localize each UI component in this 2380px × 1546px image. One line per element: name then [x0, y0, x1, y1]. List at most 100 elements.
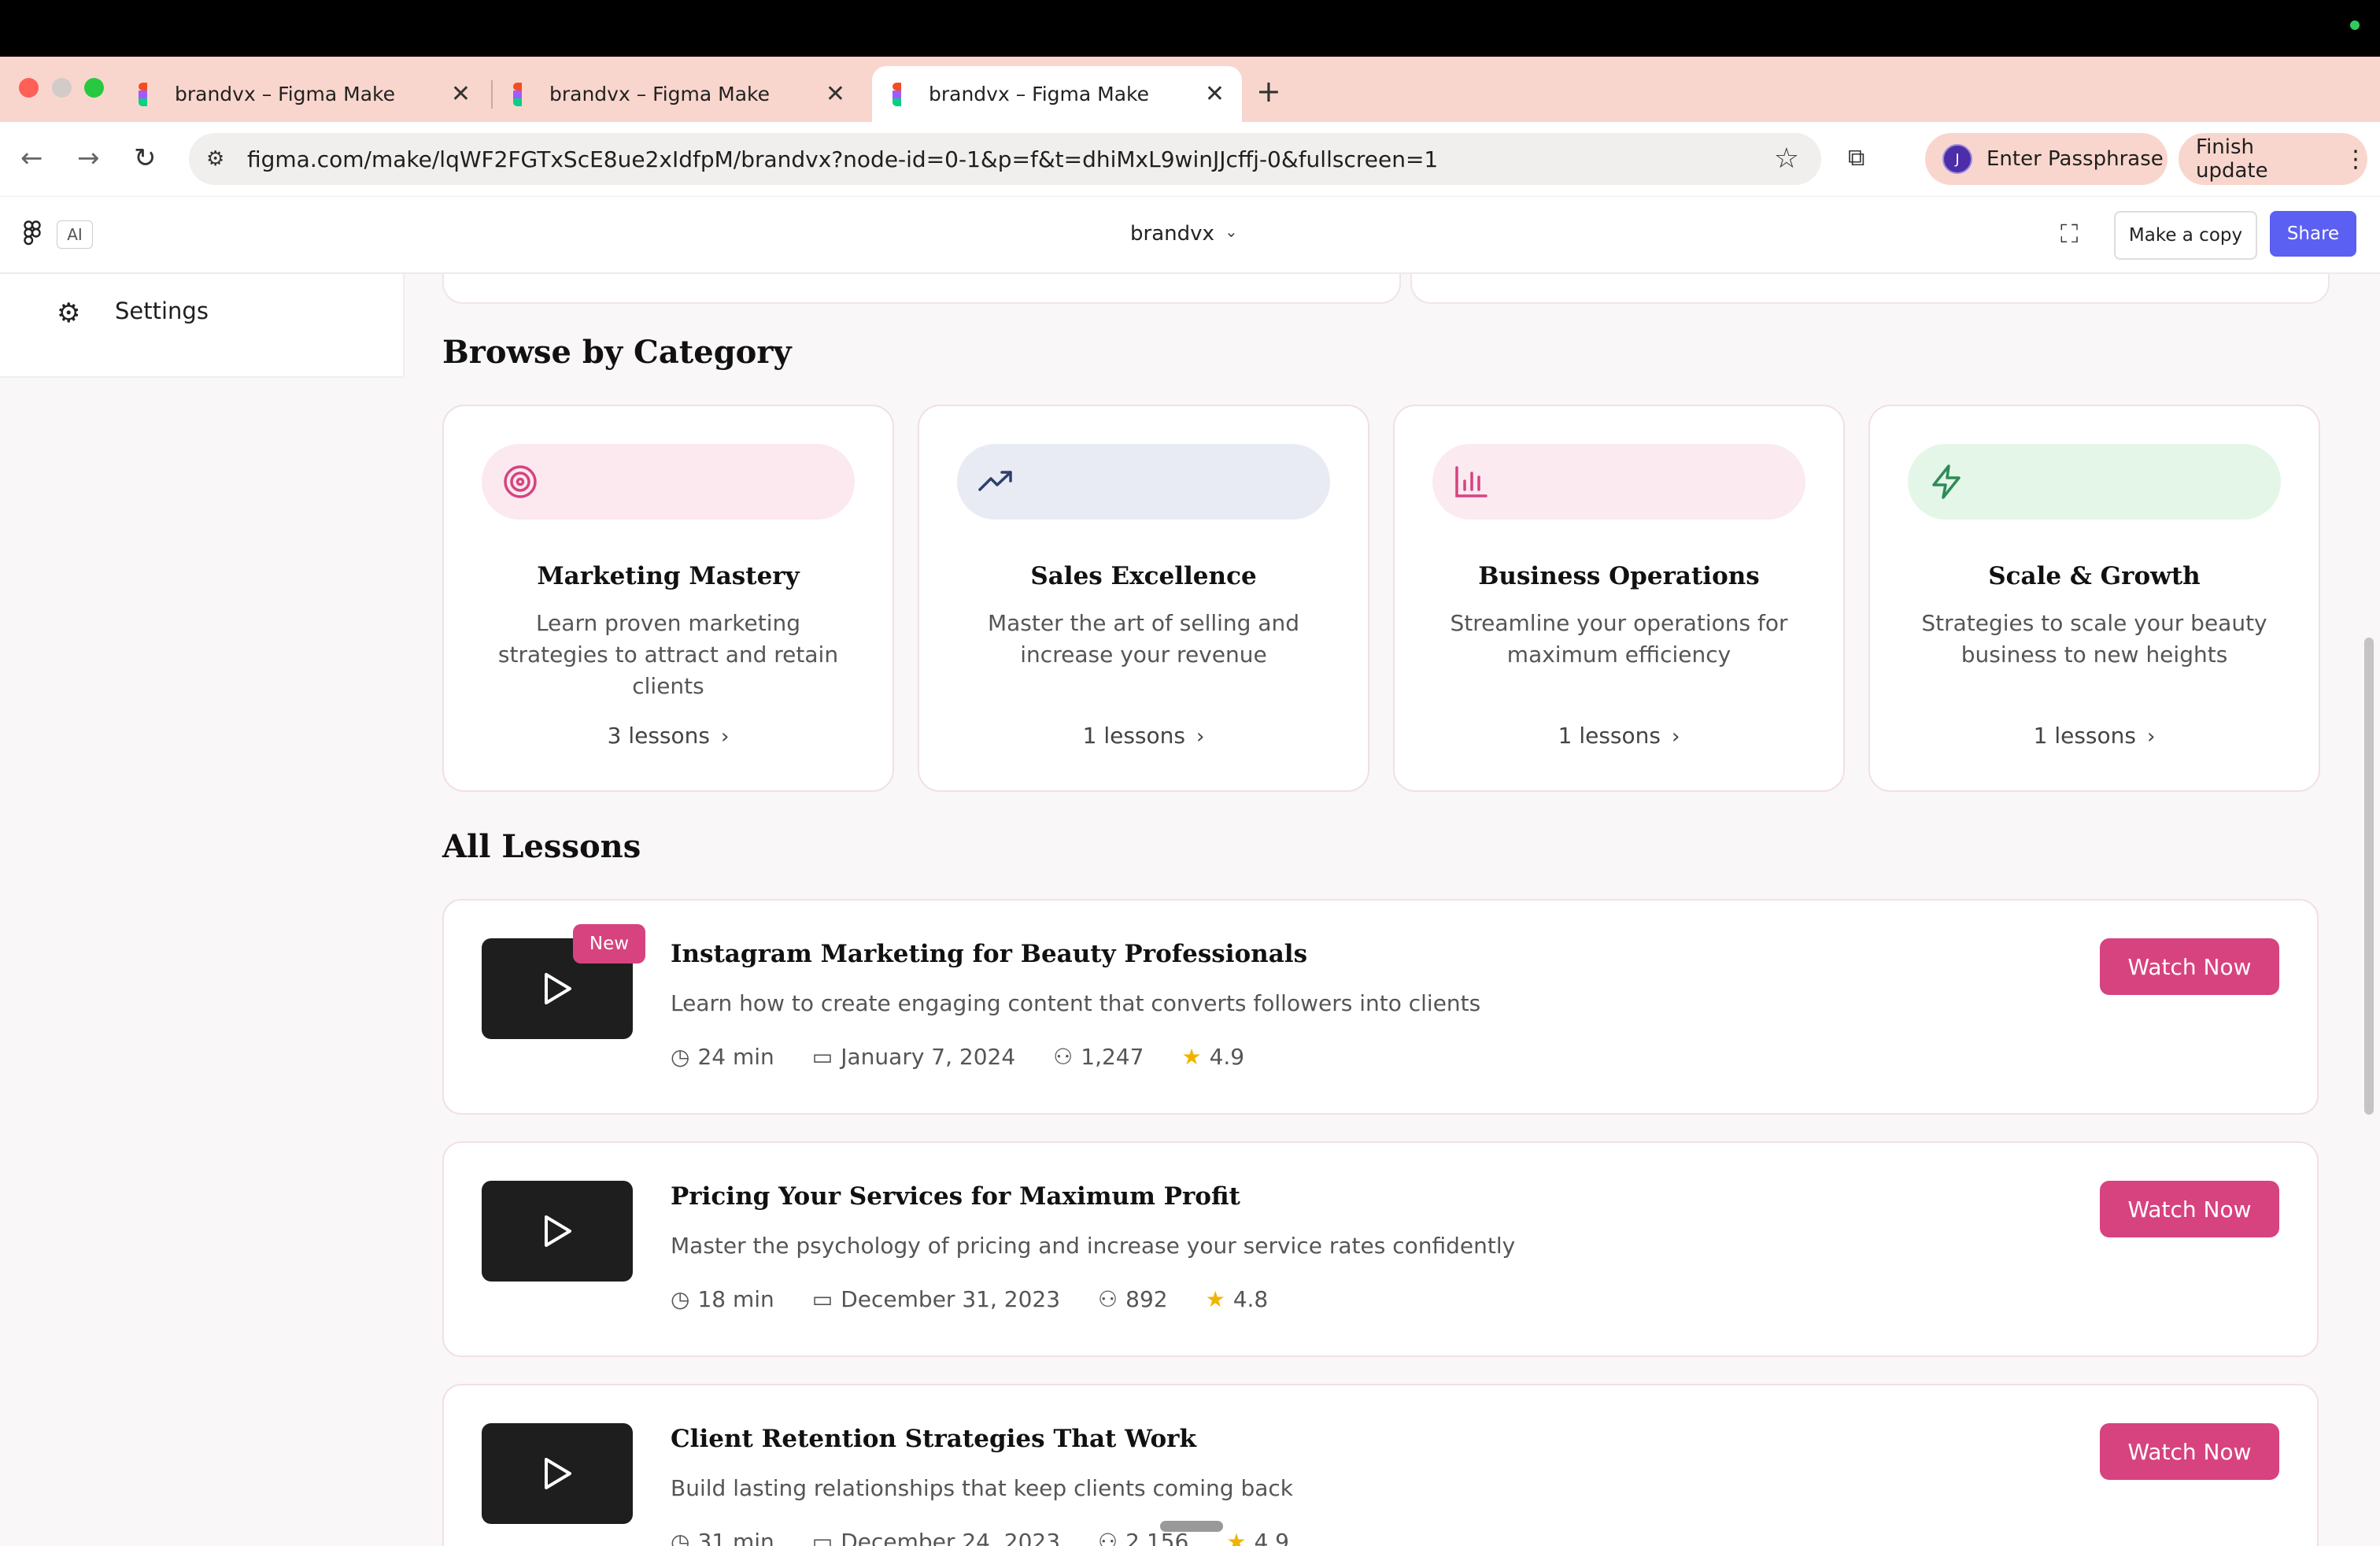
- close-tab-icon[interactable]: ✕: [826, 80, 845, 108]
- back-arrow-icon[interactable]: ←: [20, 142, 43, 174]
- lesson-card: Client Retention Strategies That Work Bu…: [442, 1384, 2319, 1546]
- category-card-operations[interactable]: Business Operations Streamline your oper…: [1393, 405, 1845, 792]
- make-copy-button[interactable]: Make a copy: [2114, 211, 2257, 260]
- video-thumbnail[interactable]: [482, 1181, 633, 1282]
- close-window-button[interactable]: [19, 78, 39, 98]
- update-label: Finish update: [2196, 135, 2268, 183]
- lesson-duration: 24 min: [697, 1044, 774, 1070]
- url-text: figma.com/make/lqWF2FGTxScE8ue2xIdfpM/br…: [247, 146, 1439, 172]
- more-vert-icon[interactable]: ⋮: [2344, 146, 2367, 173]
- figma-icon: [513, 82, 530, 106]
- figma-icon: [139, 82, 156, 106]
- share-button[interactable]: Share: [2270, 211, 2356, 257]
- site-settings-icon[interactable]: ⚙: [206, 147, 224, 171]
- lesson-title: Instagram Marketing for Beauty Professio…: [671, 940, 1308, 968]
- project-name[interactable]: brandvx: [1130, 222, 1214, 246]
- star-icon: ★: [1205, 1286, 1225, 1312]
- sidebar-item-settings[interactable]: Settings: [115, 298, 209, 324]
- watch-now-button[interactable]: Watch Now: [2100, 1181, 2279, 1237]
- lesson-date: December 24, 2023: [841, 1529, 1061, 1546]
- tab-title: brandvx – Figma Make: [549, 83, 771, 105]
- address-bar: ← → ↻ ⚙ figma.com/make/lqWF2FGTxScE8ue2x…: [0, 122, 2380, 197]
- lesson-card: New Instagram Marketing for Beauty Profe…: [442, 899, 2319, 1115]
- video-thumbnail[interactable]: [482, 1423, 633, 1524]
- clock-icon: ◷: [671, 1286, 690, 1312]
- new-tab-button[interactable]: +: [1256, 74, 1281, 109]
- lesson-duration: 18 min: [697, 1286, 774, 1312]
- close-tab-icon[interactable]: ✕: [1205, 80, 1225, 108]
- play-icon: [545, 1215, 571, 1247]
- chevron-right-icon: ›: [720, 725, 730, 749]
- category-heading: Browse by Category: [442, 334, 792, 371]
- browser-tab-2[interactable]: brandvx – Figma Make ✕: [493, 66, 863, 122]
- lesson-duration: 31 min: [697, 1529, 774, 1546]
- bar-chart-icon: [1455, 466, 1488, 497]
- star-icon: ★: [1181, 1044, 1202, 1070]
- calendar-icon: ▭: [811, 1529, 833, 1546]
- star-icon: ★: [1226, 1529, 1247, 1546]
- clock-icon: ◷: [671, 1529, 690, 1546]
- category-icon-pill: [1432, 444, 1805, 520]
- category-icon-pill: [1908, 444, 2281, 520]
- category-count[interactable]: 1 lessons ›: [919, 723, 1368, 749]
- watch-now-button[interactable]: Watch Now: [2100, 1423, 2279, 1480]
- tab-title: brandvx – Figma Make: [175, 83, 396, 105]
- watch-now-button[interactable]: Watch Now: [2100, 938, 2279, 995]
- main-content: Browse by Category Marketing Mastery Lea…: [405, 274, 2353, 1546]
- url-field[interactable]: ⚙ figma.com/make/lqWF2FGTxScE8ue2xIdfpM/…: [189, 133, 1821, 185]
- trending-up-icon: [978, 471, 1012, 491]
- lesson-meta: ◷ 18 min ▭ December 31, 2023 ⚇ 892 ★ 4.8: [671, 1286, 1306, 1312]
- forward-arrow-icon[interactable]: →: [77, 142, 100, 174]
- lesson-students: 1,247: [1081, 1044, 1144, 1070]
- finish-update-button[interactable]: Finish update ⋮: [2179, 133, 2367, 185]
- tab-title: brandvx – Figma Make: [929, 83, 1150, 105]
- scrollbar-thumb[interactable]: [2364, 638, 2374, 1115]
- calendar-icon: ▭: [811, 1044, 833, 1070]
- preview-icon[interactable]: ⛶: [2060, 219, 2078, 250]
- new-badge: New: [573, 924, 645, 963]
- tab-search-icon[interactable]: ⧉: [1848, 144, 1864, 172]
- profile-avatar: J: [1942, 144, 1972, 174]
- category-title: Sales Excellence: [1030, 562, 1257, 590]
- play-icon: [545, 1458, 571, 1489]
- reload-icon[interactable]: ↻: [134, 142, 157, 174]
- category-description: Learn proven marketing strategies to att…: [497, 610, 839, 699]
- browser-tab-3-active[interactable]: brandvx – Figma Make ✕: [872, 66, 1242, 122]
- chevron-down-icon[interactable]: ⌄: [1225, 222, 1238, 241]
- lesson-title: Client Retention Strategies That Work: [671, 1425, 1196, 1453]
- figma-icon: [893, 82, 910, 106]
- category-count[interactable]: 1 lessons ›: [1395, 723, 1843, 749]
- category-count[interactable]: 1 lessons ›: [1870, 723, 2319, 749]
- category-description: Streamline your operations for maximum e…: [1450, 610, 1788, 668]
- maximize-window-button[interactable]: [84, 78, 104, 98]
- passphrase-button[interactable]: J Enter Passphrase: [1925, 133, 2168, 185]
- lesson-rating: 4.8: [1232, 1286, 1269, 1312]
- bookmark-star-icon[interactable]: ☆: [1774, 142, 1799, 175]
- video-thumbnail[interactable]: New: [482, 924, 645, 1039]
- lesson-rating: 4.9: [1209, 1044, 1245, 1070]
- category-icon-pill: [957, 444, 1330, 520]
- category-card-sales[interactable]: Sales Excellence Master the art of selli…: [918, 405, 1369, 792]
- lessons-heading: All Lessons: [442, 828, 641, 865]
- users-icon: ⚇: [1098, 1286, 1118, 1312]
- lightning-icon: [1932, 464, 1961, 499]
- figma-logo-icon[interactable]: [24, 220, 41, 252]
- category-count[interactable]: 3 lessons ›: [444, 723, 893, 749]
- target-icon: [504, 465, 537, 498]
- minimize-window-button[interactable]: [52, 78, 72, 98]
- lesson-card: Pricing Your Services for Maximum Profit…: [442, 1141, 2319, 1357]
- close-tab-icon[interactable]: ✕: [451, 80, 471, 108]
- sidebar: ⚙ Settings: [0, 274, 405, 378]
- lesson-count: 1 lessons: [1558, 723, 1661, 749]
- category-card-marketing[interactable]: Marketing Mastery Learn proven marketing…: [442, 405, 894, 792]
- browser-tab-1[interactable]: brandvx – Figma Make ✕: [118, 66, 488, 122]
- category-card-growth[interactable]: Scale & Growth Strategies to scale your …: [1868, 405, 2320, 792]
- category-title: Business Operations: [1478, 562, 1760, 590]
- drag-handle[interactable]: [1160, 1521, 1223, 1532]
- calendar-icon: ▭: [811, 1286, 833, 1312]
- lesson-rating: 4.9: [1254, 1529, 1289, 1546]
- lesson-count: 1 lessons: [1082, 723, 1185, 749]
- chevron-right-icon: ›: [2146, 725, 2156, 749]
- lesson-date: January 7, 2024: [841, 1044, 1016, 1070]
- lesson-date: December 31, 2023: [841, 1286, 1061, 1312]
